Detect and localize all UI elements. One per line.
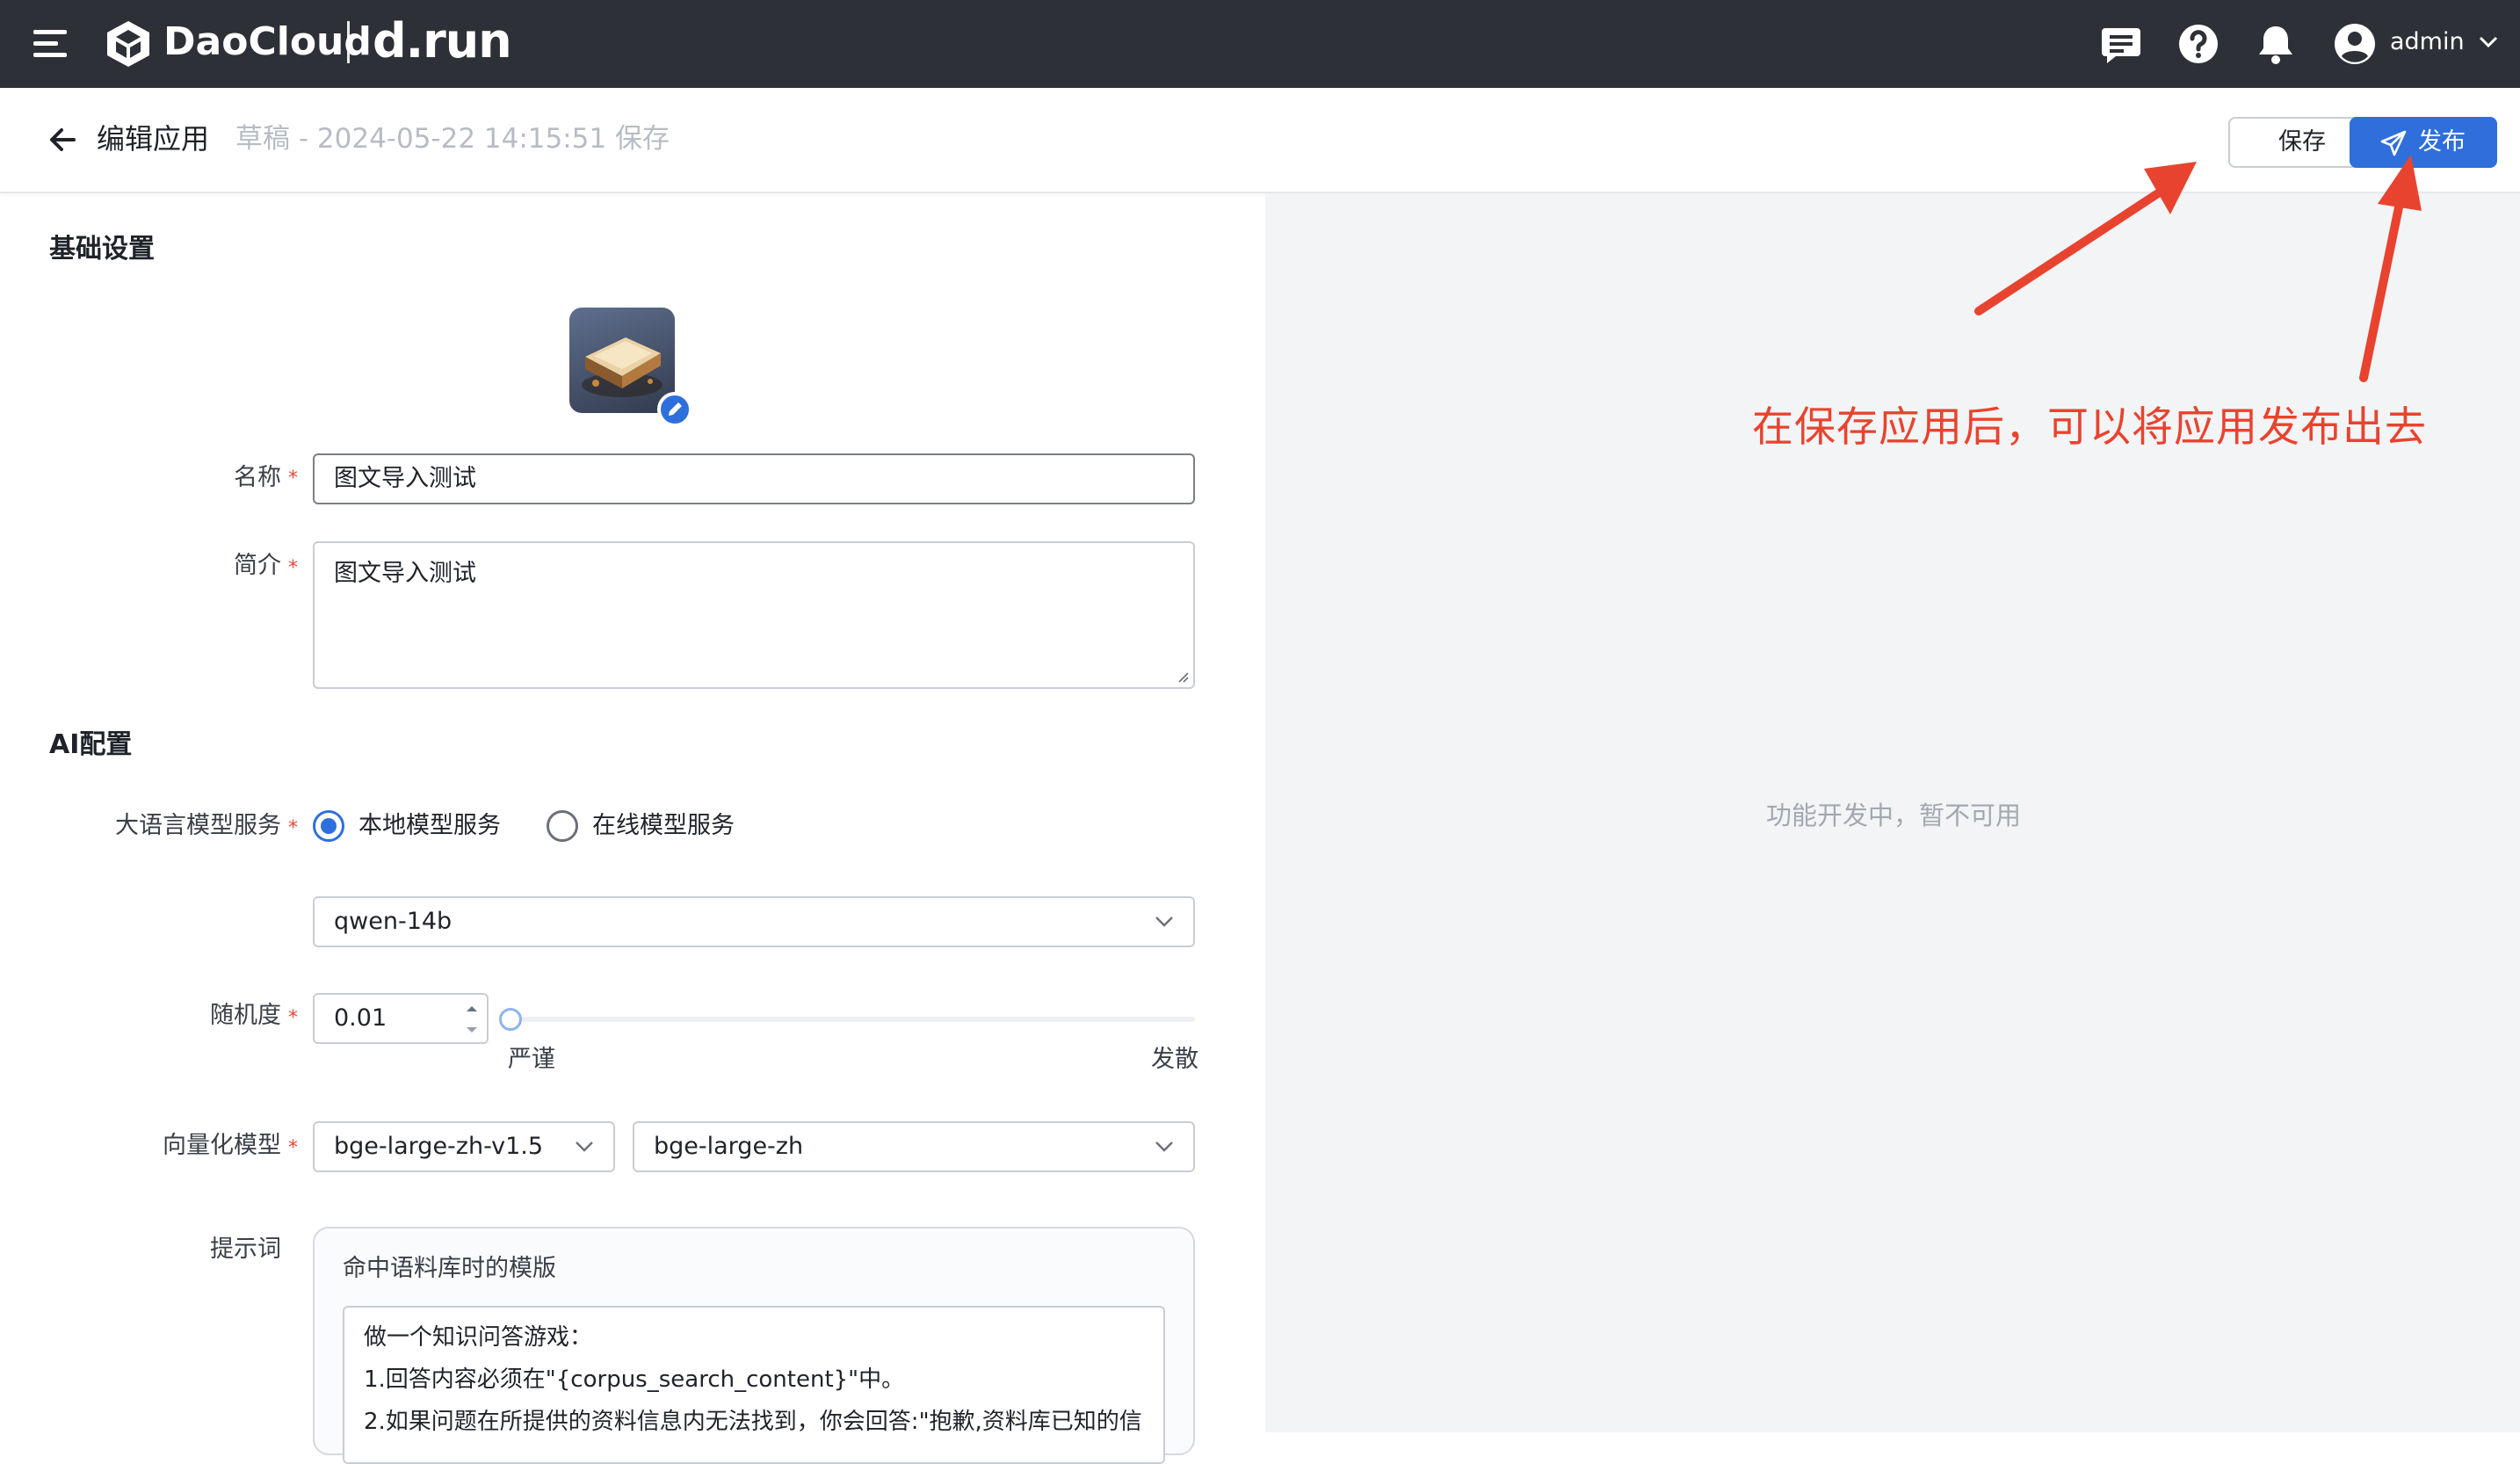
back-arrow-icon[interactable] (46, 123, 79, 156)
description-label: 简介 (234, 552, 281, 579)
local-model-radio[interactable] (313, 810, 344, 842)
prompt-line: 2.如果问题在所提供的资料信息内无法找到，你会回答:"抱歉,资料库已知的信 (364, 1409, 1142, 1435)
help-icon[interactable] (2176, 21, 2221, 67)
model-select-value: qwen-14b (334, 908, 453, 935)
online-model-radio[interactable] (547, 810, 578, 842)
chevron-down-icon (1155, 917, 1173, 927)
annotation-text: 在保存应用后，可以将应用发布出去 (1752, 403, 2427, 452)
vector-model-provider-value: bge-large-zh-v1.5 (334, 1133, 544, 1160)
menu-icon[interactable] (33, 30, 67, 58)
vector-model-provider-select[interactable]: bge-large-zh-v1.5 (313, 1121, 615, 1172)
randomness-input[interactable]: 0.01 (313, 993, 489, 1044)
basic-settings-title: 基础设置 (49, 234, 155, 265)
name-input[interactable]: 图文导入测试 (313, 453, 1195, 504)
message-icon[interactable] (2098, 21, 2144, 67)
vector-model-label: 向量化模型 (163, 1132, 281, 1159)
preview-placeholder-text: 功能开发中，暂不可用 (1766, 801, 2022, 830)
product-name[interactable]: d.run (373, 11, 512, 72)
daocloud-logo-icon[interactable] (102, 18, 155, 70)
name-label: 名称 (234, 464, 281, 491)
chevron-down-icon (1155, 1141, 1173, 1152)
username[interactable]: admin (2390, 25, 2465, 60)
required-mark: * (288, 1137, 298, 1159)
required-mark: * (288, 557, 298, 579)
pencil-icon (669, 402, 682, 416)
slider-min-label: 严谨 (508, 1046, 555, 1073)
description-textarea[interactable]: 图文导入测试 (313, 541, 1195, 689)
llm-service-label: 大语言模型服务 (115, 812, 281, 839)
chevron-down-icon (576, 1141, 593, 1152)
send-icon (2380, 130, 2407, 156)
app-avatar[interactable] (569, 308, 675, 413)
local-model-option-label[interactable]: 本地模型服务 (358, 808, 501, 844)
online-model-option-label[interactable]: 在线模型服务 (592, 808, 735, 844)
model-select[interactable]: qwen-14b (313, 896, 1195, 947)
brand-divider (347, 21, 350, 63)
publish-button[interactable]: 发布 (2350, 117, 2497, 168)
vector-model-value: bge-large-zh (654, 1133, 804, 1160)
required-mark: * (288, 817, 298, 839)
required-mark: * (288, 467, 298, 489)
user-avatar-icon[interactable] (2332, 21, 2378, 67)
prompt-line: 1.回答内容必须在"{corpus_search_content}"中。 (364, 1366, 905, 1393)
prompt-textarea[interactable]: 做一个知识问答游戏： 1.回答内容必须在"{corpus_search_cont… (343, 1306, 1165, 1464)
randomness-slider-thumb[interactable] (499, 1008, 522, 1031)
chevron-down-icon[interactable] (2476, 30, 2501, 54)
publish-label: 发布 (2418, 128, 2466, 156)
resize-handle-icon[interactable] (1176, 670, 1190, 684)
draft-status: 草稿 - 2024-05-22 14:15:51 保存 (235, 123, 670, 155)
edit-avatar-button[interactable] (657, 392, 692, 427)
prompt-label: 提示词 (210, 1236, 281, 1263)
page-title: 编辑应用 (97, 122, 210, 156)
required-mark: * (288, 1007, 298, 1029)
randomness-value: 0.01 (334, 1004, 387, 1032)
description-text: 图文导入测试 (334, 560, 476, 587)
ai-config-title: AI配置 (49, 729, 133, 760)
randomness-label: 随机度 (210, 1002, 281, 1029)
bell-icon[interactable] (2253, 21, 2299, 67)
prompt-template-title: 命中语料库时的模版 (343, 1255, 556, 1282)
randomness-slider-track[interactable] (508, 1017, 1195, 1022)
vector-model-select[interactable]: bge-large-zh (633, 1121, 1195, 1172)
book-icon (582, 337, 663, 397)
slider-max-label: 发散 (1151, 1046, 1198, 1073)
number-stepper[interactable] (460, 998, 483, 1040)
prompt-line: 做一个知识问答游戏： (364, 1324, 593, 1351)
brand-name[interactable]: DaoCloud (163, 16, 372, 69)
